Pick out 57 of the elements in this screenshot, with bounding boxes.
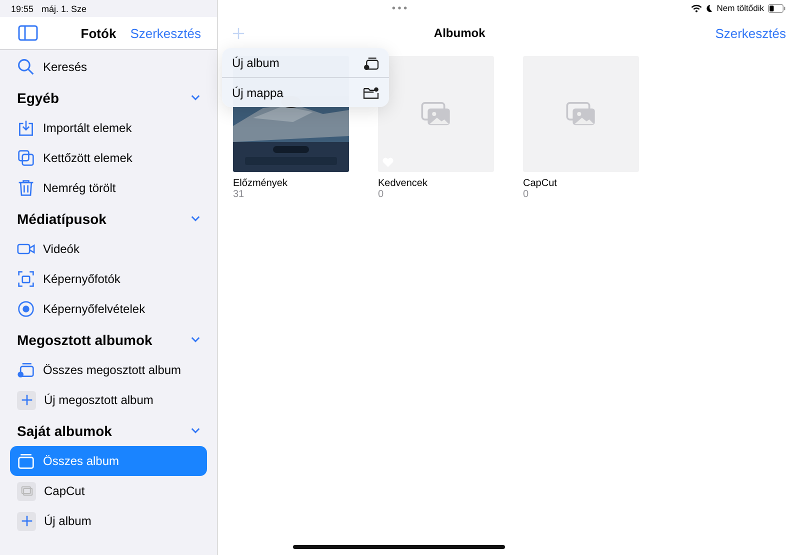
empty-album-tile[interactable] — [378, 56, 494, 172]
edit-link[interactable]: Szerkesztés — [130, 26, 201, 40]
multitask-dots-icon[interactable] — [392, 6, 407, 10]
record-icon — [17, 300, 35, 318]
album-stack-icon — [17, 452, 35, 470]
moon-icon — [706, 4, 713, 12]
wifi-icon — [690, 4, 702, 12]
photo-thumbnail-icon — [17, 482, 36, 500]
sidebar-toggle-icon[interactable] — [18, 25, 38, 41]
screenshot-icon — [17, 270, 35, 288]
import-icon — [17, 119, 35, 137]
album-name: CapCut — [523, 178, 558, 189]
sidebar-title: Fotók — [80, 26, 116, 40]
album-count: 0 — [378, 189, 385, 200]
duplicate-icon — [17, 149, 35, 167]
search-icon — [17, 58, 35, 76]
plus-icon — [17, 512, 36, 530]
empty-album-tile[interactable] — [523, 56, 639, 172]
battery-icon — [768, 4, 786, 12]
new-folder-icon — [363, 86, 379, 100]
album-name: Kedvencek — [378, 178, 428, 189]
album-count: 31 — [233, 189, 246, 200]
section-heading: Saját albumok — [17, 422, 112, 438]
shared-album-icon — [17, 361, 35, 379]
plus-icon — [17, 390, 36, 410]
section-heading: Megosztott albumok — [17, 332, 152, 348]
page-title: Albumok — [434, 26, 486, 40]
sidebar-item[interactable]: Összes album — [10, 446, 207, 476]
new-album-icon — [363, 56, 379, 70]
menu-item[interactable]: Új mappa — [222, 77, 389, 107]
section-heading: Médiatípusok — [17, 210, 106, 226]
photos-placeholder-icon — [421, 102, 451, 126]
menu-item[interactable]: Új album — [222, 48, 389, 77]
trash-icon — [17, 179, 35, 197]
sidebar-item[interactable]: Új album — [10, 506, 207, 536]
album-name: Előzmények — [233, 178, 288, 189]
chevron-icon[interactable] — [190, 92, 201, 103]
sidebar-item[interactable]: Kettőzött elemek — [10, 143, 207, 173]
section-heading: Egyéb — [17, 90, 60, 106]
sidebar-item[interactable]: CapCut — [10, 476, 207, 506]
sidebar-item[interactable]: Képernyőfotók — [10, 264, 207, 294]
sidebar-item[interactable]: Új megosztott album — [10, 385, 207, 415]
sidebar-item[interactable]: Importált elemek — [10, 113, 207, 143]
sidebar-item[interactable]: Összes megosztott album — [10, 355, 207, 385]
sidebar-item[interactable]: Videók — [10, 234, 207, 264]
battery-status: Nem töltődik — [716, 3, 764, 13]
chevron-icon[interactable] — [190, 213, 201, 224]
status-date: máj. 1. Sze — [42, 4, 87, 14]
status-time: 19:55 — [11, 4, 34, 14]
search-item[interactable]: Keresés — [10, 52, 207, 82]
album-count: 0 — [523, 189, 530, 200]
chevron-icon[interactable] — [190, 425, 201, 436]
photos-placeholder-icon — [566, 102, 596, 126]
edit-link[interactable]: Szerkesztés — [715, 26, 786, 40]
chevron-icon[interactable] — [190, 334, 201, 345]
sidebar-item[interactable]: Képernyőfelvételek — [10, 294, 207, 324]
sidebar-item[interactable]: Nemrég törölt — [10, 173, 207, 203]
